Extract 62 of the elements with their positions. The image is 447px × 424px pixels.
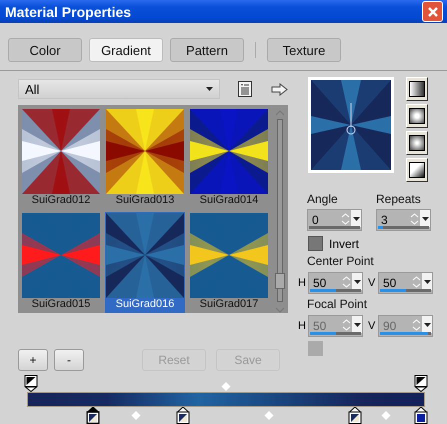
caret-icon[interactable] [354,322,360,326]
caret-icon[interactable] [424,280,430,284]
close-icon [426,6,438,18]
sunburst-style-button[interactable] [406,131,428,155]
caret-icon[interactable] [352,216,360,220]
tab[interactable]: Texture [267,38,341,62]
scroll-thumb[interactable] [275,273,285,289]
caret-icon[interactable] [424,322,430,326]
color-stop[interactable] [414,407,428,424]
section-label: Focal Point [307,297,368,312]
caret-icon[interactable] [354,280,360,284]
arrow-right-icon[interactable] [271,82,288,96]
tab[interactable]: Gradient [89,38,163,62]
number-spinner[interactable]: 3 [376,209,431,231]
gradient-item[interactable]: SuiGrad017 [189,212,269,313]
tab[interactable]: Color [8,38,82,62]
axis-label: V [368,277,376,289]
gradient-name: SuiGrad015 [32,298,90,311]
caret-icon [206,87,213,91]
gradient-name: SuiGrad012 [32,194,90,207]
color-stop[interactable] [86,407,100,424]
radial-style-button[interactable] [406,158,428,182]
scroll-track[interactable] [277,119,283,302]
axis-label: H [298,277,307,289]
window-title: Material Properties [5,4,132,20]
midpoint-handle[interactable] [264,411,274,420]
opacity-stop[interactable] [24,375,38,392]
midpoint-handle[interactable] [381,411,390,420]
number-spinner[interactable]: 50 [378,272,433,294]
midpoint-handle[interactable] [132,411,141,420]
gradient-item[interactable]: SuiGrad014 [189,108,269,209]
linear-style-button[interactable] [406,77,428,101]
remove-button[interactable]: - [54,349,84,371]
gradient-item[interactable]: SuiGrad016 [105,212,185,313]
angle-handle[interactable] [346,103,356,135]
rectangular-style-button[interactable] [406,104,428,128]
gradient-item[interactable]: SuiGrad013 [105,108,185,209]
close-button[interactable] [422,1,443,22]
gradient-name: SuiGrad016 [116,298,174,311]
field-label: Repeats [376,192,422,207]
field-label: Angle [307,192,339,207]
axis-label: V [368,320,376,332]
color-stop[interactable] [348,407,362,424]
opacity-stop[interactable] [414,375,428,392]
gradient-name: SuiGrad014 [200,194,258,207]
caret-icon[interactable] [422,216,428,220]
gradient-item[interactable]: SuiGrad012 [21,108,101,209]
invert-checkbox[interactable] [308,236,323,251]
checkbox-label: Invert [329,236,360,250]
gradient-bar[interactable] [27,392,425,407]
tab[interactable]: Pattern [170,38,244,62]
gradient-name: SuiGrad013 [116,194,174,207]
number-spinner[interactable]: 50 [308,272,363,294]
category-dropdown[interactable]: All [18,79,220,99]
gradient-item[interactable]: SuiGrad015 [21,212,101,313]
list-icon[interactable] [238,81,252,97]
add-button[interactable]: + [18,349,48,371]
number-spinner[interactable]: 0 [307,209,362,231]
gradient-name: SuiGrad017 [200,298,258,311]
axis-label: H [298,320,307,332]
color-stop[interactable] [176,407,190,424]
section-label: Center Point [307,254,375,269]
